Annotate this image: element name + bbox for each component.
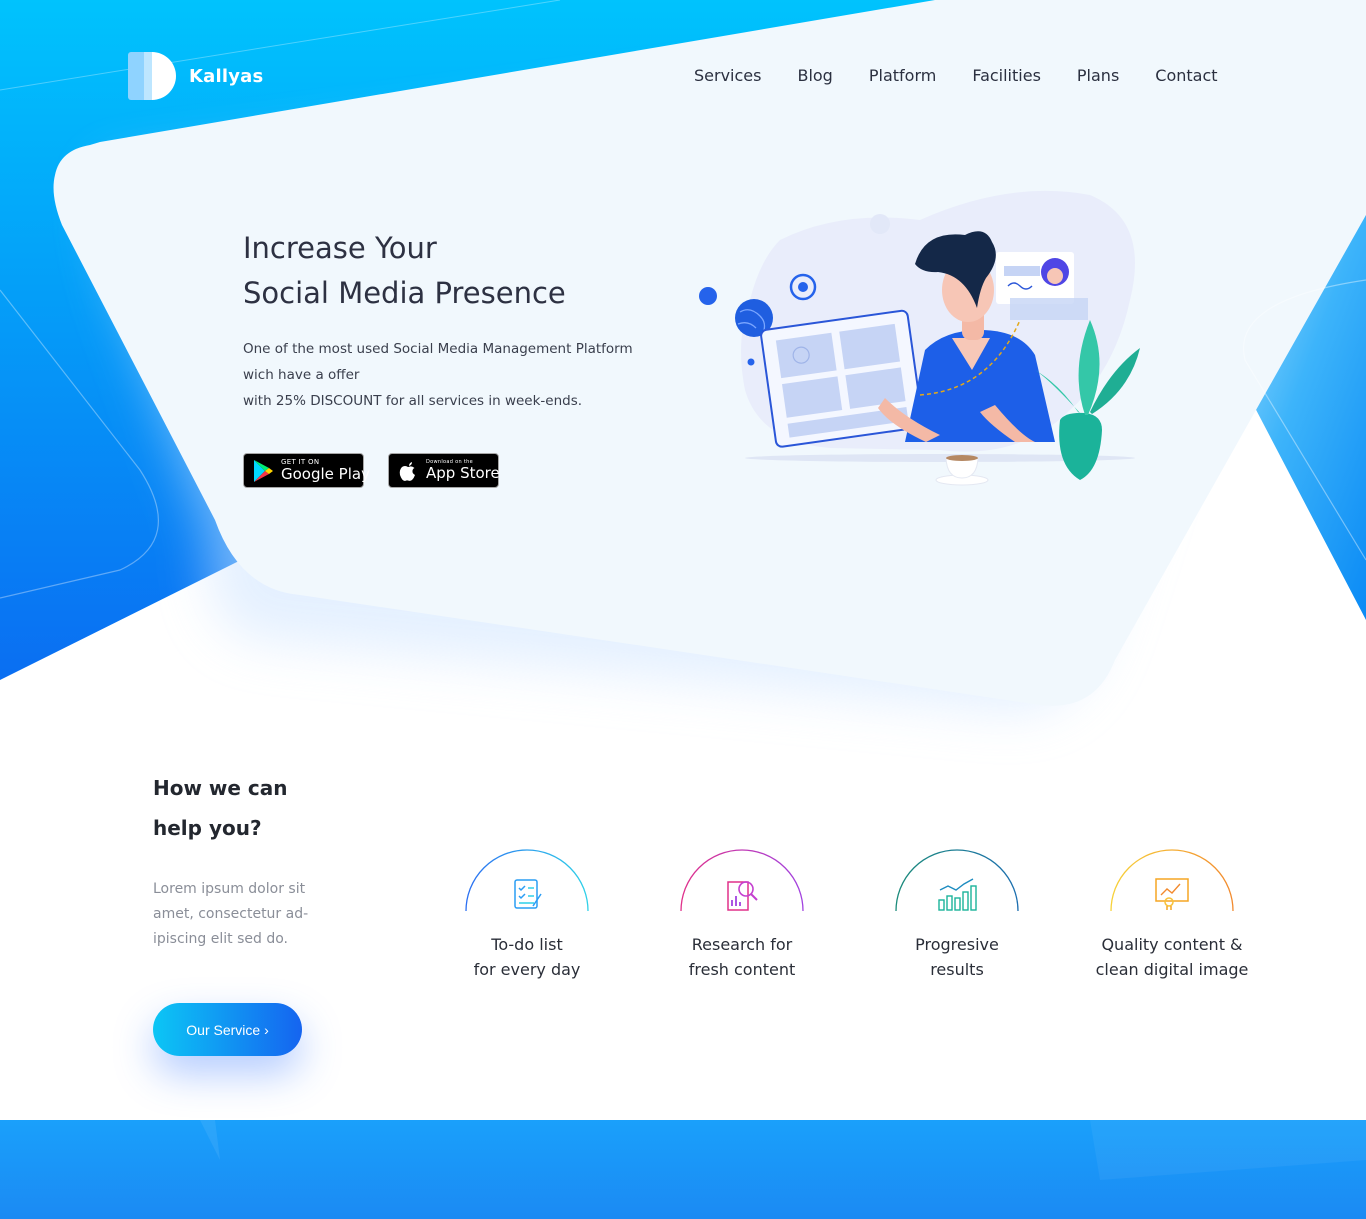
feature-label-line-2: fresh content <box>688 960 796 979</box>
brand[interactable]: Kallyas <box>127 51 263 101</box>
nav-item-platform[interactable]: Platform <box>869 66 936 85</box>
help-title-line-2: help you? <box>153 816 262 840</box>
google-play-button[interactable]: GET IT ON Google Play <box>243 453 370 488</box>
brand-name: Kallyas <box>189 65 264 87</box>
nav-item-services[interactable]: Services <box>694 66 761 85</box>
feature-label-line-1: To-do list <box>491 935 563 954</box>
footer-decoration <box>200 1120 1366 1180</box>
hero-desc-line-2: wich have a offer <box>243 367 360 383</box>
help-title: How we can help you? <box>153 768 288 848</box>
our-service-button[interactable]: Our Service › <box>153 1003 302 1056</box>
feature-label-line-1: Progresive <box>915 935 999 954</box>
feature-arc <box>1110 848 1234 912</box>
hero-desc-line-3: with 25% DISCOUNT for all services in we… <box>243 393 583 409</box>
hero-desc-line-1: One of the most used Social Media Manage… <box>243 341 633 357</box>
feature-progress[interactable]: Progresive results <box>857 848 1057 982</box>
nav-item-plans[interactable]: Plans <box>1077 66 1119 85</box>
app-store-button[interactable]: Download on the App Store <box>388 453 500 488</box>
hero-title: Increase Your Social Media Presence <box>243 226 663 316</box>
feature-label-line-2: clean digital image <box>1095 960 1249 979</box>
nav-item-contact[interactable]: Contact <box>1155 66 1217 85</box>
hero-title-line-2: Social Media Presence <box>243 276 566 310</box>
help-title-line-1: How we can <box>153 776 288 800</box>
footer-band <box>0 1120 1366 1219</box>
main-nav: Services Blog Platform Facilities Plans … <box>694 66 1218 85</box>
help-desc-line-3: ipiscing elit sed do. <box>153 931 288 947</box>
app-store-big-text: App Store <box>426 464 500 482</box>
hero-title-line-1: Increase Your <box>243 231 437 265</box>
help-description: Lorem ipsum dolor sit amet, consectetur … <box>153 877 308 952</box>
feature-arc <box>465 848 589 912</box>
help-desc-line-2: amet, consectetur ad- <box>153 906 309 922</box>
help-desc-line-1: Lorem ipsum dolor sit <box>153 881 306 897</box>
hero-description: One of the most used Social Media Manage… <box>243 336 663 414</box>
google-play-big-text: Google Play <box>281 465 370 483</box>
nav-item-facilities[interactable]: Facilities <box>972 66 1041 85</box>
apple-icon <box>395 458 421 484</box>
feature-label-line-2: results <box>930 960 984 979</box>
feature-label-line-1: Research for <box>691 935 793 954</box>
feature-arc <box>680 848 804 912</box>
hero-illustration <box>699 190 1140 486</box>
nav-item-blog[interactable]: Blog <box>797 66 832 85</box>
feature-label-line-1: Quality content & <box>1101 935 1243 954</box>
feature-quality[interactable]: Quality content & clean digital image <box>1072 848 1272 982</box>
half-circle-logo-icon <box>127 51 177 101</box>
feature-todo[interactable]: To-do list for every day <box>427 848 627 982</box>
feature-arc <box>895 848 1019 912</box>
feature-label-line-2: for every day <box>473 960 581 979</box>
feature-research[interactable]: Research for fresh content <box>642 848 842 982</box>
google-play-icon <box>250 458 276 484</box>
